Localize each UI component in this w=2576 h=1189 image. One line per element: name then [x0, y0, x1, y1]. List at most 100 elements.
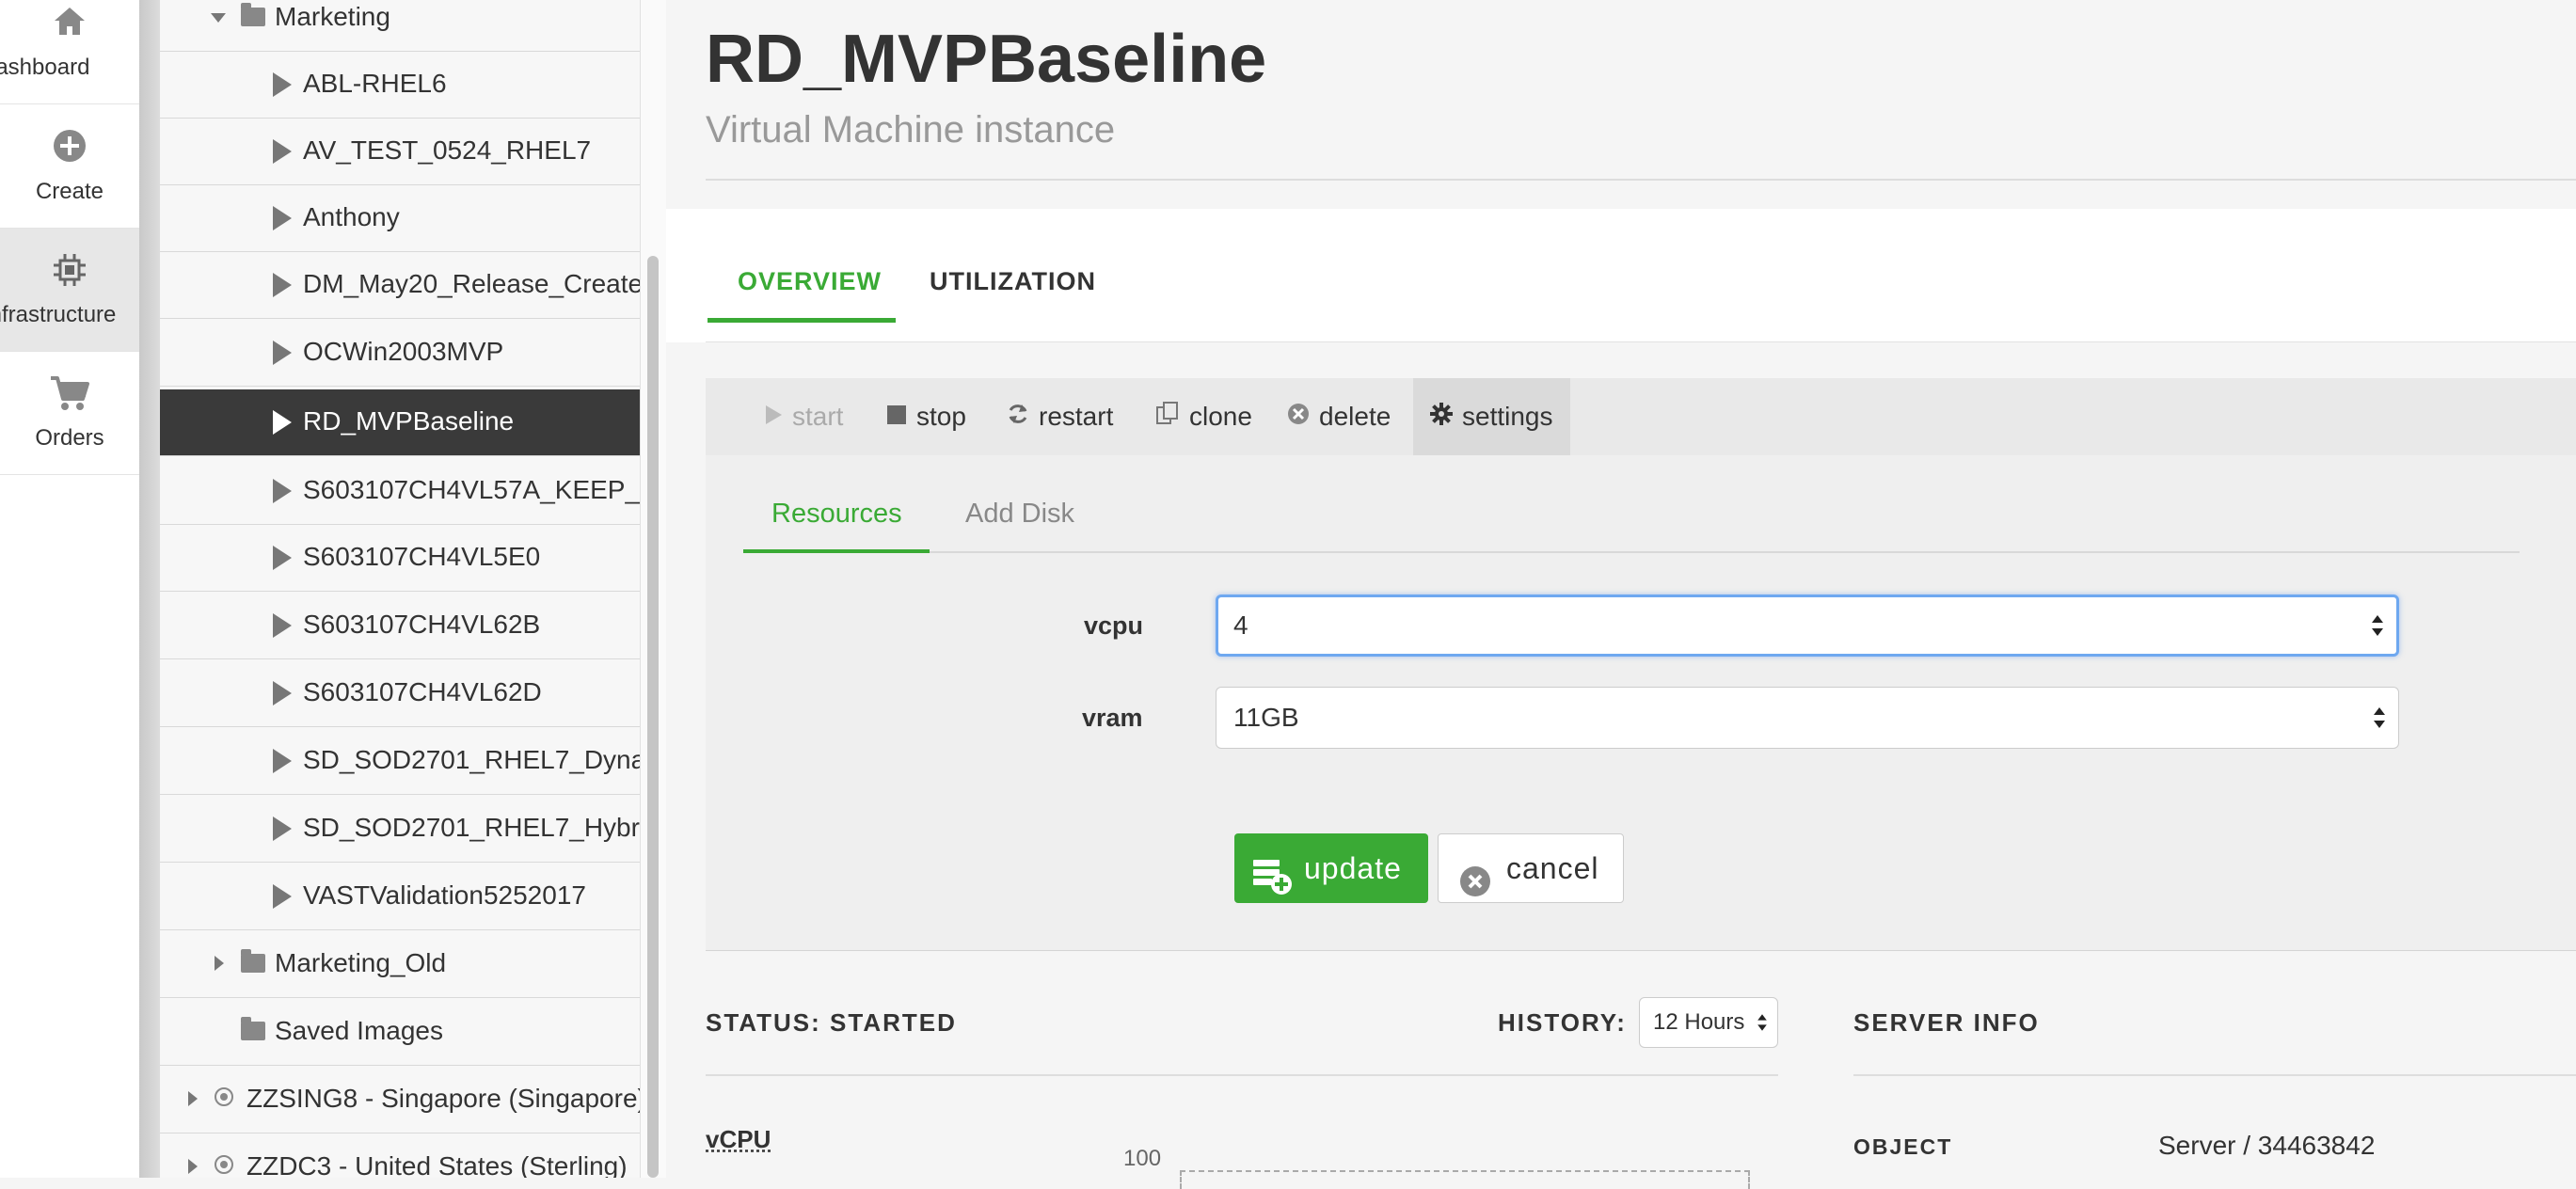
- vcpu-chart-area: [1180, 1170, 1750, 1189]
- tree-label: S603107CH4VL57A_KEEP_S: [303, 475, 640, 504]
- delete-button[interactable]: delete: [1287, 378, 1391, 455]
- chevron-right-icon[interactable]: [188, 1159, 198, 1174]
- tree-label: Anthony: [303, 202, 400, 231]
- datacenter-icon: [215, 1155, 233, 1174]
- select-arrows-icon: [1757, 1013, 1767, 1033]
- clone-button[interactable]: clone: [1155, 378, 1252, 455]
- vcpu-chart-link[interactable]: vCPU: [706, 1125, 771, 1154]
- nav-infrastructure[interactable]: Infrastructure: [0, 229, 139, 352]
- chevron-right-icon[interactable]: [215, 956, 224, 971]
- start-label: start: [792, 402, 844, 431]
- resource-tree: Marketing ABL-RHEL6 AV_TEST_0524_RHEL7 A…: [160, 0, 640, 1178]
- tree-item[interactable]: Anthony: [160, 185, 640, 252]
- object-label: OBJECT: [1853, 1134, 1953, 1159]
- vram-select[interactable]: 11GB: [1216, 687, 2399, 749]
- play-icon: [273, 410, 292, 435]
- folder-icon: [241, 1017, 265, 1040]
- subtab-resources[interactable]: Resources: [771, 499, 902, 530]
- stop-button[interactable]: stop: [886, 378, 966, 455]
- divider: [743, 551, 2520, 553]
- tree-label: ZZSING8 - Singapore (Singapore): [246, 1084, 640, 1113]
- tree-scrollbar-thumb[interactable]: [647, 256, 659, 1178]
- cancel-button[interactable]: cancel: [1438, 833, 1624, 903]
- status-label: STATUS: STARTED: [706, 1008, 957, 1037]
- object-value: Server / 34463842: [2158, 1131, 2376, 1160]
- left-nav: Dashboard Create Infrastructure Orders: [0, 0, 140, 1178]
- tree-label: ZZDC3 - United States (Sterling): [246, 1151, 628, 1178]
- nav-infrastructure-label: Infrastructure: [0, 302, 117, 327]
- vram-label: vram: [1082, 704, 1143, 732]
- page-subtitle: Virtual Machine instance: [706, 109, 1116, 151]
- tree-folder-saved-images[interactable]: Saved Images: [160, 999, 640, 1066]
- tree-label: RD_MVPBaseline: [303, 406, 515, 436]
- tab-overview[interactable]: OVERVIEW: [738, 267, 882, 296]
- server-info-title: SERVER INFO: [1853, 1008, 2040, 1037]
- tree-datacenter[interactable]: ZZDC3 - United States (Sterling): [160, 1134, 640, 1178]
- select-arrows-icon: [2374, 705, 2385, 730]
- subtab-add-disk[interactable]: Add Disk: [965, 499, 1074, 530]
- tree-label: SD_SOD2701_RHEL7_Hybrid: [303, 813, 640, 842]
- tree-datacenter[interactable]: ZZSING8 - Singapore (Singapore): [160, 1067, 640, 1134]
- update-button[interactable]: update: [1234, 833, 1428, 903]
- tree-item[interactable]: AV_TEST_0524_RHEL7: [160, 119, 640, 185]
- chip-icon: [54, 254, 86, 286]
- copy-icon: [1155, 378, 1180, 455]
- tree-label: Saved Images: [275, 1016, 443, 1045]
- tree-item-selected[interactable]: RD_MVPBaseline: [160, 389, 640, 456]
- vcpu-label: vcpu: [1084, 611, 1144, 640]
- tree-folder-marketing-old[interactable]: Marketing_Old: [160, 931, 640, 998]
- delete-label: delete: [1319, 402, 1391, 431]
- subtab-active-indicator: [743, 549, 930, 553]
- tree-label: ABL-RHEL6: [303, 69, 447, 98]
- tree-label: AV_TEST_0524_RHEL7: [303, 135, 592, 165]
- stop-label: stop: [916, 402, 966, 431]
- play-icon: [273, 273, 292, 297]
- tree-item[interactable]: ABL-RHEL6: [160, 52, 640, 119]
- vcpu-select[interactable]: 4: [1216, 594, 2399, 657]
- nav-create[interactable]: Create: [0, 105, 139, 229]
- history-select[interactable]: 12 Hours: [1639, 997, 1778, 1048]
- tree-item[interactable]: S603107CH4VL62B: [160, 593, 640, 659]
- select-arrows-icon: [2372, 613, 2383, 638]
- cancel-label: cancel: [1506, 851, 1599, 885]
- tree-item[interactable]: OCWin2003MVP: [160, 320, 640, 387]
- restart-label: restart: [1039, 402, 1114, 431]
- restart-button[interactable]: restart: [1007, 378, 1113, 455]
- page-title: RD_MVPBaseline: [706, 22, 1267, 97]
- start-button[interactable]: start: [764, 378, 843, 455]
- play-icon: [273, 206, 292, 230]
- tree-item[interactable]: S603107CH4VL5E0: [160, 525, 640, 592]
- tree-folder-marketing[interactable]: Marketing: [160, 0, 640, 52]
- tree-label: S603107CH4VL62D: [303, 677, 542, 706]
- tree-item[interactable]: S603107CH4VL62D: [160, 660, 640, 727]
- play-icon: [273, 139, 292, 164]
- close-circle-icon: [1287, 378, 1310, 455]
- update-icon: [1253, 850, 1293, 920]
- tree-item[interactable]: SD_SOD2701_RHEL7_Hybrid: [160, 796, 640, 863]
- chevron-down-icon[interactable]: [211, 13, 226, 23]
- update-label: update: [1304, 851, 1402, 885]
- play-icon: [273, 479, 292, 503]
- nav-dashboard[interactable]: Dashboard: [0, 0, 139, 104]
- tree-item[interactable]: DM_May20_Release_Created: [160, 252, 640, 319]
- chevron-right-icon[interactable]: [188, 1091, 198, 1106]
- tab-utilization[interactable]: UTILIZATION: [930, 267, 1096, 296]
- play-icon: [273, 681, 292, 705]
- main-content: RD_MVPBaseline Virtual Machine instance …: [666, 0, 2576, 1189]
- datacenter-icon: [215, 1087, 233, 1106]
- tree-label: Marketing: [275, 2, 390, 31]
- settings-panel: start stop restart clone delete settings…: [706, 378, 2576, 951]
- tab-active-indicator: [708, 318, 896, 323]
- gear-icon: [1430, 378, 1453, 455]
- play-icon: [273, 341, 292, 365]
- tree-item[interactable]: SD_SOD2701_RHEL7_Dynamic: [160, 728, 640, 795]
- play-icon: [273, 816, 292, 841]
- nav-create-label: Create: [35, 179, 104, 204]
- nav-orders[interactable]: Orders: [0, 352, 139, 475]
- tree-item[interactable]: VASTValidation5252017: [160, 864, 640, 930]
- nav-dashboard-label: Dashboard: [0, 55, 90, 80]
- play-icon: [273, 884, 292, 909]
- settings-button[interactable]: settings: [1413, 378, 1570, 455]
- panel-gutter: [139, 0, 160, 1178]
- tree-item[interactable]: S603107CH4VL57A_KEEP_S: [160, 458, 640, 525]
